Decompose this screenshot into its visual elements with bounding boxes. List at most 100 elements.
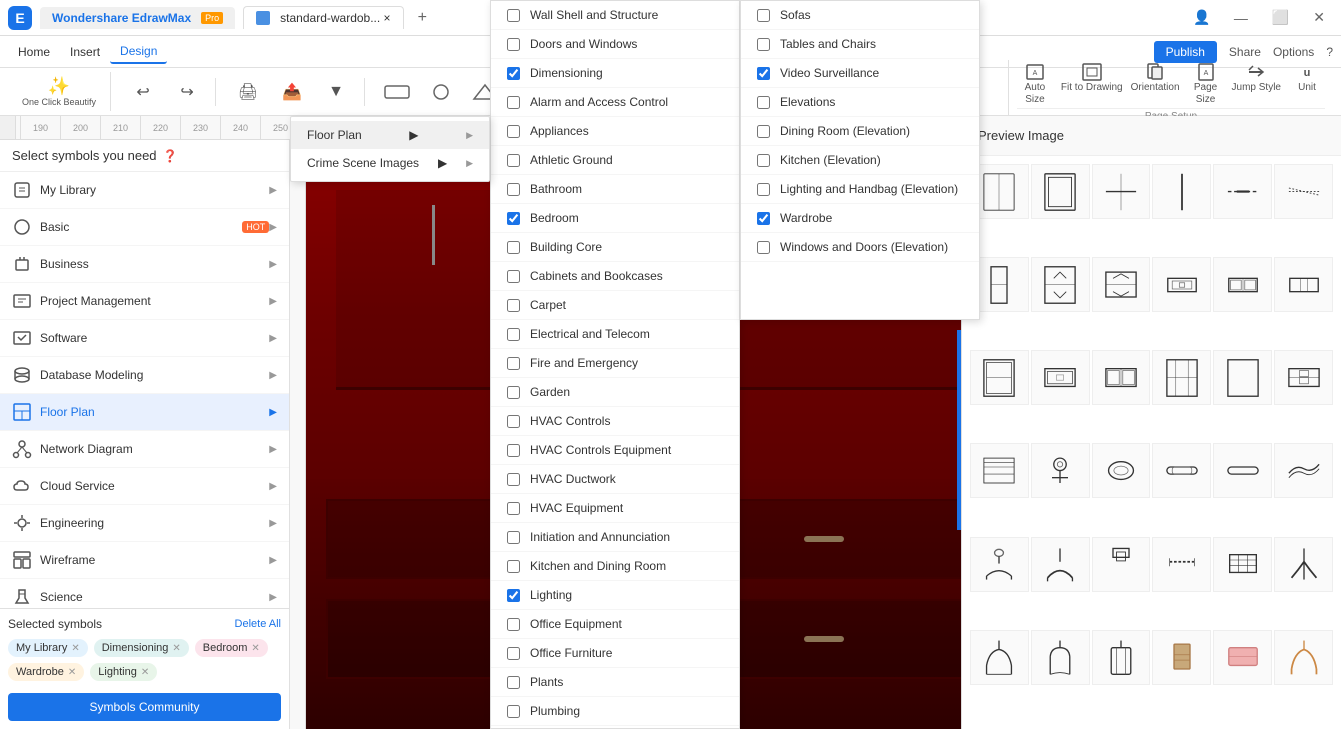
preview-item-30[interactable]	[1274, 537, 1333, 592]
preview-item-31[interactable]	[970, 630, 1029, 685]
cat-carpet[interactable]: Carpet	[491, 291, 739, 320]
symbols-community-button[interactable]: Symbols Community	[8, 693, 281, 721]
preview-item-28[interactable]	[1152, 537, 1211, 592]
cat-windows-doors-elev[interactable]: Windows and Doors (Elevation)	[741, 233, 979, 262]
orientation-button[interactable]: Orientation	[1131, 62, 1180, 106]
preview-item-36[interactable]	[1274, 630, 1333, 685]
preview-item-22[interactable]	[1152, 443, 1211, 498]
cat-cabinets[interactable]: Cabinets and Bookcases	[491, 262, 739, 291]
sidebar-item-floor-plan[interactable]: Floor Plan ▶	[0, 394, 289, 431]
checkbox-bedroom[interactable]	[507, 212, 520, 225]
menu-home[interactable]: Home	[8, 41, 60, 63]
cat-hvac-controls-equip[interactable]: HVAC Controls Equipment	[491, 436, 739, 465]
preview-item-4[interactable]	[1152, 164, 1211, 219]
cat-tables-chairs[interactable]: Tables and Chairs	[741, 30, 979, 59]
preview-item-5[interactable]	[1213, 164, 1272, 219]
preview-item-9[interactable]	[1092, 257, 1151, 312]
page-size-button[interactable]: A PageSize	[1188, 62, 1224, 106]
crime-scene-menu-item[interactable]: Crime Scene Images ▶	[291, 149, 489, 177]
checkbox-office-furniture[interactable]	[507, 647, 520, 660]
preview-item-6[interactable]	[1274, 164, 1333, 219]
preview-item-8[interactable]	[1031, 257, 1090, 312]
checkbox-kitchen-dining[interactable]	[507, 560, 520, 573]
sidebar-item-database-modeling[interactable]: Database Modeling ▶	[0, 357, 289, 394]
app-tab-file[interactable]: standard-wardob... ×	[243, 6, 403, 29]
preview-item-11[interactable]	[1213, 257, 1272, 312]
cat-dining-elevation[interactable]: Dining Room (Elevation)	[741, 117, 979, 146]
cat-bathroom[interactable]: Bathroom	[491, 175, 739, 204]
cat-kitchen-elevation[interactable]: Kitchen (Elevation)	[741, 146, 979, 175]
checkbox-windows-doors-elev[interactable]	[757, 241, 770, 254]
preview-item-32[interactable]	[1031, 630, 1090, 685]
close-button[interactable]: ✕	[1305, 7, 1333, 28]
options-button[interactable]: Options	[1273, 45, 1314, 59]
preview-item-12[interactable]	[1274, 257, 1333, 312]
checkbox-alarm[interactable]	[507, 96, 520, 109]
preview-item-27[interactable]	[1092, 537, 1151, 592]
cat-alarm[interactable]: Alarm and Access Control	[491, 88, 739, 117]
preview-item-17[interactable]	[1213, 350, 1272, 405]
checkbox-building-core[interactable]	[507, 241, 520, 254]
preview-item-18[interactable]	[1274, 350, 1333, 405]
cat-appliances[interactable]: Appliances	[491, 117, 739, 146]
sidebar-item-network-diagram[interactable]: Network Diagram ▶	[0, 431, 289, 468]
cat-hvac-ductwork[interactable]: HVAC Ductwork	[491, 465, 739, 494]
preview-item-25[interactable]	[970, 537, 1029, 592]
cat-hvac-controls[interactable]: HVAC Controls	[491, 407, 739, 436]
fit-to-drawing-button[interactable]: Fit to Drawing	[1061, 62, 1123, 106]
sidebar-item-basic[interactable]: Basic HOT ▶	[0, 209, 289, 246]
sidebar-item-my-library[interactable]: My Library ▶	[0, 172, 289, 209]
redo-button[interactable]: ↪	[167, 78, 207, 106]
dropdown-button[interactable]: ▼	[316, 79, 356, 105]
cat-video-surveillance[interactable]: Video Surveillance	[741, 59, 979, 88]
preview-item-16[interactable]	[1152, 350, 1211, 405]
checkbox-hvac-controls-equip[interactable]	[507, 444, 520, 457]
checkbox-video-surveillance[interactable]	[757, 67, 770, 80]
checkbox-hvac-controls[interactable]	[507, 415, 520, 428]
cat-electrical[interactable]: Electrical and Telecom	[491, 320, 739, 349]
preview-item-10[interactable]	[1152, 257, 1211, 312]
checkbox-office-equip[interactable]	[507, 618, 520, 631]
checkbox-elevations[interactable]	[757, 96, 770, 109]
cat-doors-windows[interactable]: Doors and Windows	[491, 30, 739, 59]
checkbox-athletic[interactable]	[507, 154, 520, 167]
sidebar-item-project-management[interactable]: Project Management ▶	[0, 283, 289, 320]
checkbox-hvac-ductwork[interactable]	[507, 473, 520, 486]
checkbox-wardrobe[interactable]	[757, 212, 770, 225]
tag-close-lighting[interactable]: ✕	[141, 667, 149, 678]
app-tab-edrawmax[interactable]: Wondershare EdrawMax Pro	[40, 7, 235, 29]
tag-lighting[interactable]: Lighting ✕	[90, 663, 157, 681]
preview-item-21[interactable]	[1092, 443, 1151, 498]
cat-building-core[interactable]: Building Core	[491, 233, 739, 262]
preview-item-20[interactable]	[1031, 443, 1090, 498]
checkbox-sofas[interactable]	[757, 9, 770, 22]
preview-item-29[interactable]	[1213, 537, 1272, 592]
cat-kitchen-dining[interactable]: Kitchen and Dining Room	[491, 552, 739, 581]
checkbox-garden[interactable]	[507, 386, 520, 399]
checkbox-dimensioning[interactable]	[507, 67, 520, 80]
auto-size-button[interactable]: A AutoSize	[1017, 62, 1053, 106]
menu-design[interactable]: Design	[110, 40, 167, 64]
undo-button[interactable]: ↩	[123, 78, 163, 106]
add-tab-button[interactable]: +	[412, 9, 433, 27]
checkbox-tables-chairs[interactable]	[757, 38, 770, 51]
sidebar-item-software[interactable]: Software ▶	[0, 320, 289, 357]
preview-item-35[interactable]	[1213, 630, 1272, 685]
cat-elevations[interactable]: Elevations	[741, 88, 979, 117]
checkbox-bathroom[interactable]	[507, 183, 520, 196]
export-button[interactable]: 📤	[272, 78, 312, 106]
checkbox-electrical[interactable]	[507, 328, 520, 341]
avatar[interactable]: 👤	[1186, 8, 1218, 28]
cat-fire[interactable]: Fire and Emergency	[491, 349, 739, 378]
tag-my-library[interactable]: My Library ✕	[8, 639, 88, 657]
help-button[interactable]: ?	[1326, 45, 1333, 59]
preview-item-3[interactable]	[1092, 164, 1151, 219]
tag-close-my-library[interactable]: ✕	[71, 643, 79, 654]
checkbox-appliances[interactable]	[507, 125, 520, 138]
sidebar-item-wireframe[interactable]: Wireframe ▶	[0, 542, 289, 579]
cat-athletic[interactable]: Athletic Ground	[491, 146, 739, 175]
one-click-beautify-button[interactable]: ✨ One Click Beautify	[16, 72, 102, 112]
preview-item-33[interactable]	[1092, 630, 1151, 685]
style-btn-1[interactable]	[377, 78, 417, 106]
style-btn-2[interactable]	[421, 78, 461, 106]
